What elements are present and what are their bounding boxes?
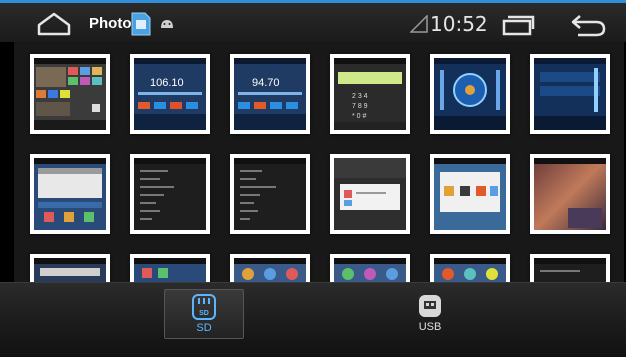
wallpaper-preview (534, 158, 606, 228)
photo-thumbnail[interactable] (230, 254, 310, 282)
photo-thumbnail[interactable] (530, 54, 610, 134)
equalizer-preview (434, 58, 506, 130)
clock: 10:52 (430, 12, 488, 36)
photo-thumbnail[interactable] (30, 154, 110, 234)
recent-apps-icon[interactable] (500, 13, 536, 37)
radio-frequency: 94.70 (252, 77, 280, 89)
volume-preview (534, 58, 606, 130)
photo-thumbnail[interactable]: 106.10 (130, 54, 210, 134)
photo-thumbnail[interactable] (530, 254, 610, 282)
radio-frequency: 106.10 (150, 77, 184, 89)
signal-icon (410, 15, 428, 33)
photo-thumbnail[interactable] (130, 154, 210, 234)
svg-text:7 8 9: 7 8 9 (352, 103, 368, 110)
tab-usb-label: USB (418, 321, 442, 333)
svg-text:2 3 4: 2 3 4 (352, 93, 368, 100)
photo-thumbnail[interactable] (230, 154, 310, 234)
filepicker-preview (434, 158, 506, 212)
list-preview (234, 158, 306, 220)
photo-thumbnail[interactable] (330, 254, 410, 282)
radio-preview: 106.10 (134, 58, 206, 130)
usb-icon (419, 295, 441, 317)
dialpad-preview: 2 3 4 7 8 9 * 0 # (334, 58, 406, 130)
radio-preview: 94.70 (234, 58, 306, 130)
photo-thumbnail[interactable] (430, 54, 510, 134)
photo-thumbnail[interactable] (30, 54, 110, 134)
sd-card-icon (131, 12, 151, 36)
launcher-preview (34, 58, 106, 130)
tab-sd-label: SD (196, 322, 212, 334)
calendar-preview (34, 158, 106, 222)
photo-thumbnail[interactable] (430, 254, 510, 282)
tab-usb[interactable]: USB (390, 289, 470, 339)
photo-grid: 106.10 94.70 2 3 4 7 8 9 * 0 # (14, 42, 624, 282)
photo-thumbnail[interactable]: 94.70 (230, 54, 310, 134)
dialog-preview (334, 158, 406, 210)
sd-card-icon: SD (192, 294, 216, 320)
status-bar: Photo 10:52 (0, 0, 626, 42)
photo-thumbnail[interactable] (30, 254, 110, 282)
svg-text:* 0 #: * 0 # (352, 113, 367, 120)
photo-thumbnail[interactable]: 2 3 4 7 8 9 * 0 # (330, 54, 410, 134)
back-icon[interactable] (568, 11, 608, 39)
svg-text:SD: SD (199, 310, 209, 317)
list-preview (134, 158, 206, 220)
home-icon[interactable] (36, 11, 72, 37)
photo-thumbnail[interactable] (130, 254, 210, 282)
tab-sd[interactable]: SD SD (164, 289, 244, 339)
app-title: Photo (89, 15, 132, 32)
photo-thumbnail[interactable] (330, 154, 410, 234)
storage-tab-bar: SD SD USB (0, 282, 626, 357)
photo-thumbnail[interactable] (430, 154, 510, 234)
android-icon (161, 20, 173, 28)
photo-thumbnail[interactable] (530, 154, 610, 234)
